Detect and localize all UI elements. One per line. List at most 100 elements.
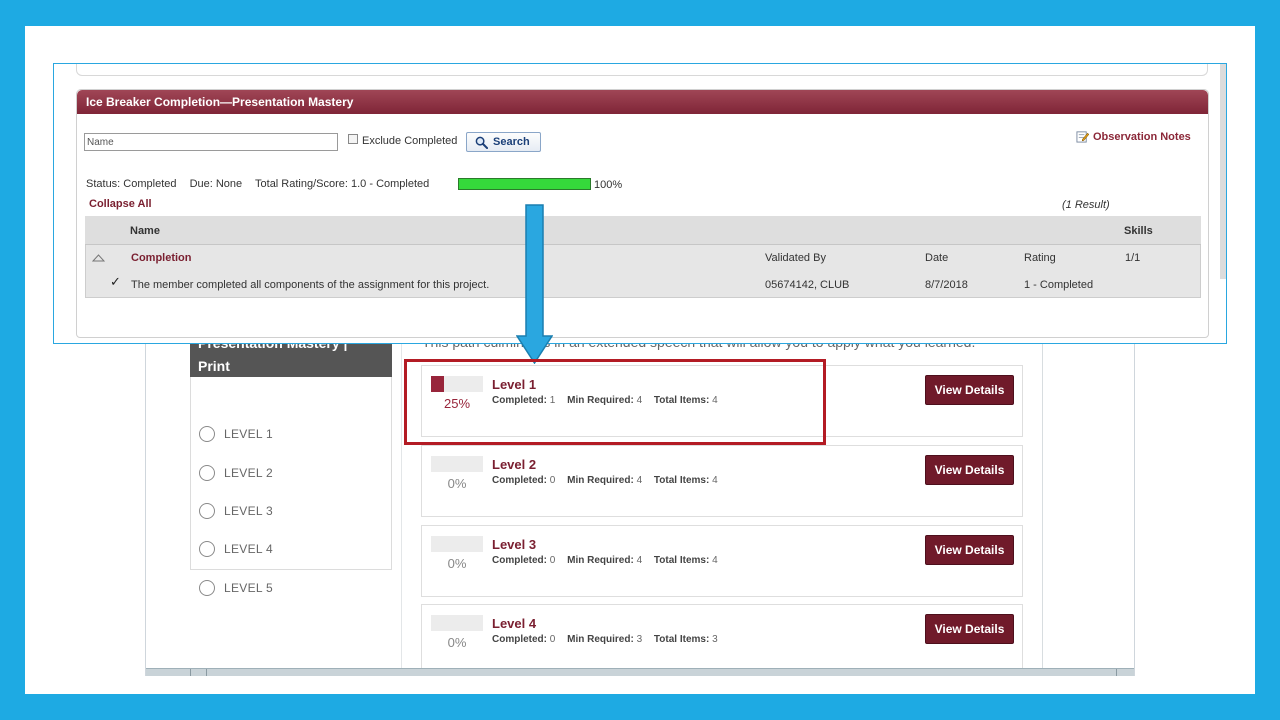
level-menu-label: LEVEL 2 <box>224 466 274 480</box>
level-percent: 0% <box>447 476 467 491</box>
completed-label: Completed: <box>492 555 547 566</box>
level-card-4: 0% Level 4 Completed: 0 Min Required: 3 … <box>421 604 1023 676</box>
due-text: Due: None <box>189 178 243 190</box>
panel-title: Ice Breaker Completion—Presentation Mast… <box>77 90 1208 114</box>
scrollbar-divider <box>206 669 207 676</box>
level-stats: Completed: 0 Min Required: 4 Total Items… <box>492 475 727 486</box>
level-menu-item-5[interactable]: LEVEL 5 <box>199 578 273 598</box>
level-card-2: 0% Level 2 Completed: 0 Min Required: 4 … <box>421 445 1023 517</box>
level-menu-label: LEVEL 4 <box>224 542 274 556</box>
total-rating-text: Total Rating/Score: 1.0 - Completed <box>255 178 430 190</box>
table-row-validated-by: 05674142, CLUB <box>765 279 850 291</box>
table-row-rating: 1 - Completed <box>1024 279 1094 291</box>
column-divider <box>401 340 402 668</box>
completed-label: Completed: <box>492 475 547 486</box>
status-line: Status: Completed Due: None Total Rating… <box>86 178 439 190</box>
level-stats: Completed: 0 Min Required: 3 Total Items… <box>492 634 727 645</box>
search-button-label: Search <box>493 136 530 148</box>
radio-icon[interactable] <box>199 580 215 596</box>
table-row-text: The member completed all components of t… <box>131 279 490 291</box>
completion-group: Completion Validated By Date Rating 1/1 … <box>85 245 1201 298</box>
group-title: Completion <box>131 252 192 264</box>
completion-screenshot: Ice Breaker Completion—Presentation Mast… <box>53 63 1227 344</box>
level-menu-item-3[interactable]: LEVEL 3 <box>199 501 273 521</box>
total-items-label: Total Items: <box>653 555 710 566</box>
vertical-scrollbar[interactable] <box>1220 64 1226 279</box>
scrollbar-divider <box>190 669 191 676</box>
view-details-button[interactable]: View Details <box>925 614 1014 644</box>
completed-value: 0 <box>549 555 556 566</box>
date-header: Date <box>925 252 949 264</box>
level-progress-bar <box>431 615 483 631</box>
previous-panel-edge <box>76 64 1208 76</box>
horizontal-scrollbar[interactable] <box>146 668 1134 676</box>
view-details-button[interactable]: View Details <box>925 375 1014 405</box>
view-details-button[interactable]: View Details <box>925 455 1014 485</box>
total-items-value: 3 <box>712 634 718 645</box>
exclude-completed-label: Exclude Completed <box>362 135 458 147</box>
min-required-label: Min Required: <box>567 555 634 566</box>
level-menu-label: LEVEL 3 <box>224 504 274 518</box>
level-card-3: 0% Level 3 Completed: 0 Min Required: 4 … <box>421 525 1023 597</box>
magnifier-icon <box>475 136 488 149</box>
collapse-triangle-icon[interactable] <box>92 254 105 262</box>
exclude-completed-checkbox[interactable] <box>348 134 358 144</box>
min-required-label: Min Required: <box>567 475 634 486</box>
level-menu-item-4[interactable]: LEVEL 4 <box>199 539 273 559</box>
table-header: Name Skills <box>85 216 1201 245</box>
min-required-value: 3 <box>636 634 643 645</box>
level-1-highlight-box <box>404 359 826 445</box>
level-name: Level 4 <box>492 616 537 631</box>
skills-value: 1/1 <box>1125 252 1141 264</box>
checkmark-icon: ✓ <box>110 274 121 289</box>
level-menu-item-2[interactable]: LEVEL 2 <box>199 463 273 483</box>
status-text: Status: Completed <box>86 178 177 190</box>
level-percent: 0% <box>447 556 467 571</box>
view-details-button[interactable]: View Details <box>925 535 1014 565</box>
search-button[interactable]: Search <box>466 132 541 152</box>
radio-icon[interactable] <box>199 541 215 557</box>
observation-notes-label: Observation Notes <box>1093 130 1191 143</box>
column-header-name[interactable]: Name <box>130 225 160 237</box>
completion-progress-fill <box>459 179 590 189</box>
result-count: (1 Result) <box>1062 199 1110 211</box>
level-menu-label: LEVEL 5 <box>224 581 274 595</box>
name-search-input[interactable] <box>84 133 338 151</box>
completed-value: 0 <box>549 634 556 645</box>
radio-icon[interactable] <box>199 503 215 519</box>
column-header-skills[interactable]: Skills <box>1124 225 1153 237</box>
level-name: Level 3 <box>492 537 537 552</box>
completed-label: Completed: <box>492 634 547 645</box>
validated-by-header: Validated By <box>765 252 826 264</box>
radio-icon[interactable] <box>199 465 215 481</box>
rating-header: Rating <box>1024 252 1056 264</box>
total-items-label: Total Items: <box>653 634 710 645</box>
level-name: Level 2 <box>492 457 537 472</box>
radio-icon[interactable] <box>199 426 215 442</box>
print-link[interactable]: Print <box>198 357 230 375</box>
level-menu: LEVEL 1 LEVEL 2 LEVEL 3 LEVEL 4 LEVEL 5 <box>190 377 392 596</box>
level-menu-item-1[interactable]: LEVEL 1 <box>199 424 273 444</box>
pathway-title-header: Presentation Mastery | Print <box>190 340 392 377</box>
collapse-all-link[interactable]: Collapse All <box>89 198 152 210</box>
observation-notes-link[interactable]: Observation Notes <box>1076 130 1191 143</box>
down-arrow-icon <box>516 204 553 364</box>
total-items-label: Total Items: <box>653 475 710 486</box>
total-items-value: 4 <box>712 555 718 566</box>
min-required-value: 4 <box>636 555 643 566</box>
table-row-date: 8/7/2018 <box>925 279 968 291</box>
scrollbar-divider <box>1116 669 1117 676</box>
total-items-value: 4 <box>712 475 718 486</box>
level-menu-label: LEVEL 1 <box>224 427 274 441</box>
level-progress-bar <box>431 536 483 552</box>
column-divider <box>1042 340 1043 668</box>
min-required-value: 4 <box>636 475 643 486</box>
completed-value: 0 <box>549 475 556 486</box>
level-percent: 0% <box>447 635 467 650</box>
level-stats: Completed: 0 Min Required: 4 Total Items… <box>492 555 727 566</box>
min-required-label: Min Required: <box>567 634 634 645</box>
note-pencil-icon <box>1076 131 1089 143</box>
completion-progress-bar <box>458 178 591 190</box>
completion-panel: Ice Breaker Completion—Presentation Mast… <box>76 89 1209 338</box>
level-progress-bar <box>431 456 483 472</box>
